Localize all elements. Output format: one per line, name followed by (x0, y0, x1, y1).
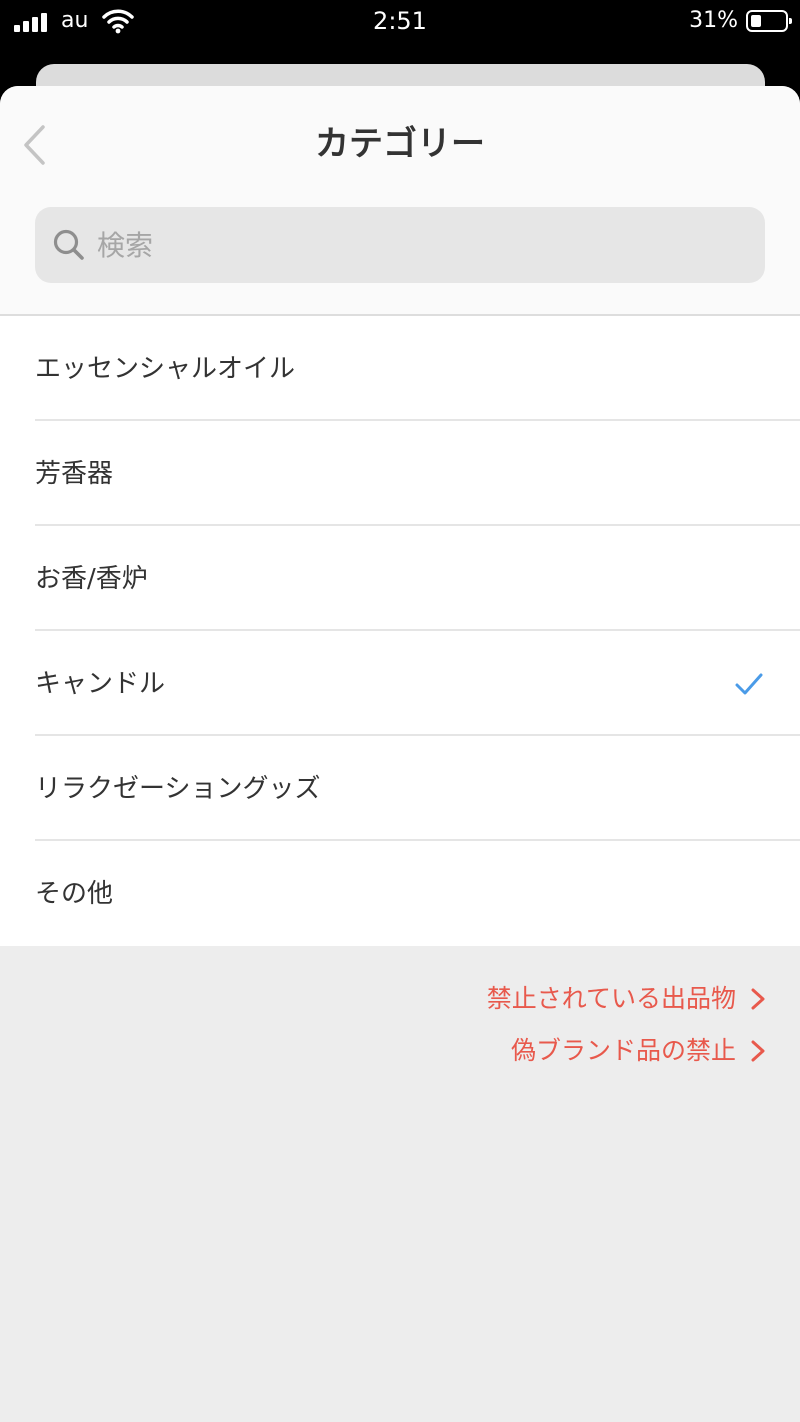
counterfeit-ban-link[interactable]: 偽ブランド品の禁止 (511, 1034, 766, 1068)
category-item[interactable]: 芳香器 (0, 421, 800, 526)
status-time: 2:51 (373, 7, 427, 35)
search-box[interactable] (35, 207, 765, 283)
category-sheet: カテゴリー エッセンシャルオイル芳香器お香/香炉キャンドルリラクゼーショングッズ… (0, 86, 800, 1422)
footer-link-label: 禁止されている出品物 (486, 984, 736, 1013)
category-item[interactable]: キャンドル (0, 631, 800, 736)
search-icon (53, 229, 84, 260)
category-label: その他 (35, 878, 114, 909)
category-label: お香/香炉 (35, 563, 148, 594)
sheet-header: カテゴリー (0, 86, 800, 316)
category-item[interactable]: その他 (0, 841, 800, 946)
battery-level (751, 15, 761, 27)
category-label: キャンドル (35, 668, 166, 699)
status-bar: au 2:51 31% (0, 0, 800, 44)
search-input[interactable] (97, 215, 697, 275)
category-item[interactable]: エッセンシャルオイル (0, 316, 800, 421)
category-label: 芳香器 (35, 458, 114, 489)
category-item[interactable]: リラクゼーショングッズ (0, 736, 800, 841)
category-item[interactable]: お香/香炉 (0, 526, 800, 631)
battery-percentage: 31% (689, 8, 738, 33)
category-list: エッセンシャルオイル 芳香器お香/香炉キャンドルリラクゼーショングッズ その他 (0, 316, 800, 946)
prohibited-items-link[interactable]: 禁止されている出品物 (487, 982, 766, 1016)
category-label: リラクゼーショングッズ (35, 773, 321, 804)
checkmark-icon (735, 673, 763, 694)
footer-link-label: 偽ブランド品の禁止 (510, 1036, 736, 1065)
page-title: カテゴリー (315, 124, 485, 164)
chevron-right-icon (751, 988, 765, 1010)
footer-links: 禁止されている出品物偽ブランド品の禁止 (0, 946, 800, 1068)
battery-cap (789, 18, 792, 24)
chevron-right-icon (751, 1040, 765, 1062)
category-label: エッセンシャルオイル (35, 353, 296, 384)
battery-icon (746, 10, 792, 32)
status-right: 31% (689, 8, 792, 34)
